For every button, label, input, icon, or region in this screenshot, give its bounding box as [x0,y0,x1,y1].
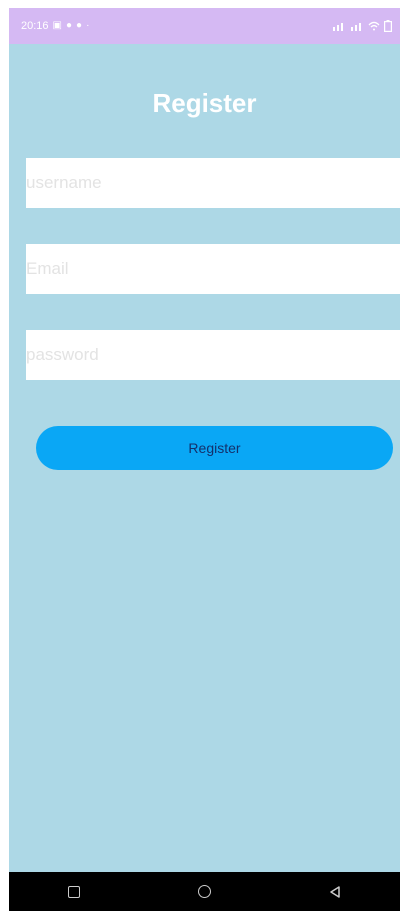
home-icon [197,885,211,898]
back-icon [330,885,340,898]
wifi-icon [368,21,380,31]
status-bar: 20:16 ▣ ● ● · [9,8,400,44]
home-button[interactable] [189,877,219,907]
navigation-bar [9,872,400,911]
status-time: 20:16 [21,20,49,32]
battery-icon [384,20,392,32]
back-button[interactable] [320,877,350,907]
email-field[interactable] [26,244,400,294]
signal-icon [333,23,343,31]
page-title: Register [152,88,257,118]
password-field[interactable] [26,330,400,380]
app-icon: ● [65,20,73,31]
status-right [332,20,392,32]
status-left: 20:16 ▣ ● ● · [21,20,89,32]
notification-icon: ▣ [52,20,62,31]
phone-screen: 20:16 ▣ ● ● · Register username Email pa… [9,8,400,911]
register-button[interactable]: Register [36,426,393,470]
app-icon: ● [76,20,83,31]
username-field[interactable] [26,158,400,208]
signal-icon [351,23,361,31]
dot-icon: · [86,20,90,31]
recent-apps-icon [68,885,81,898]
recent-apps-button[interactable] [59,877,89,907]
